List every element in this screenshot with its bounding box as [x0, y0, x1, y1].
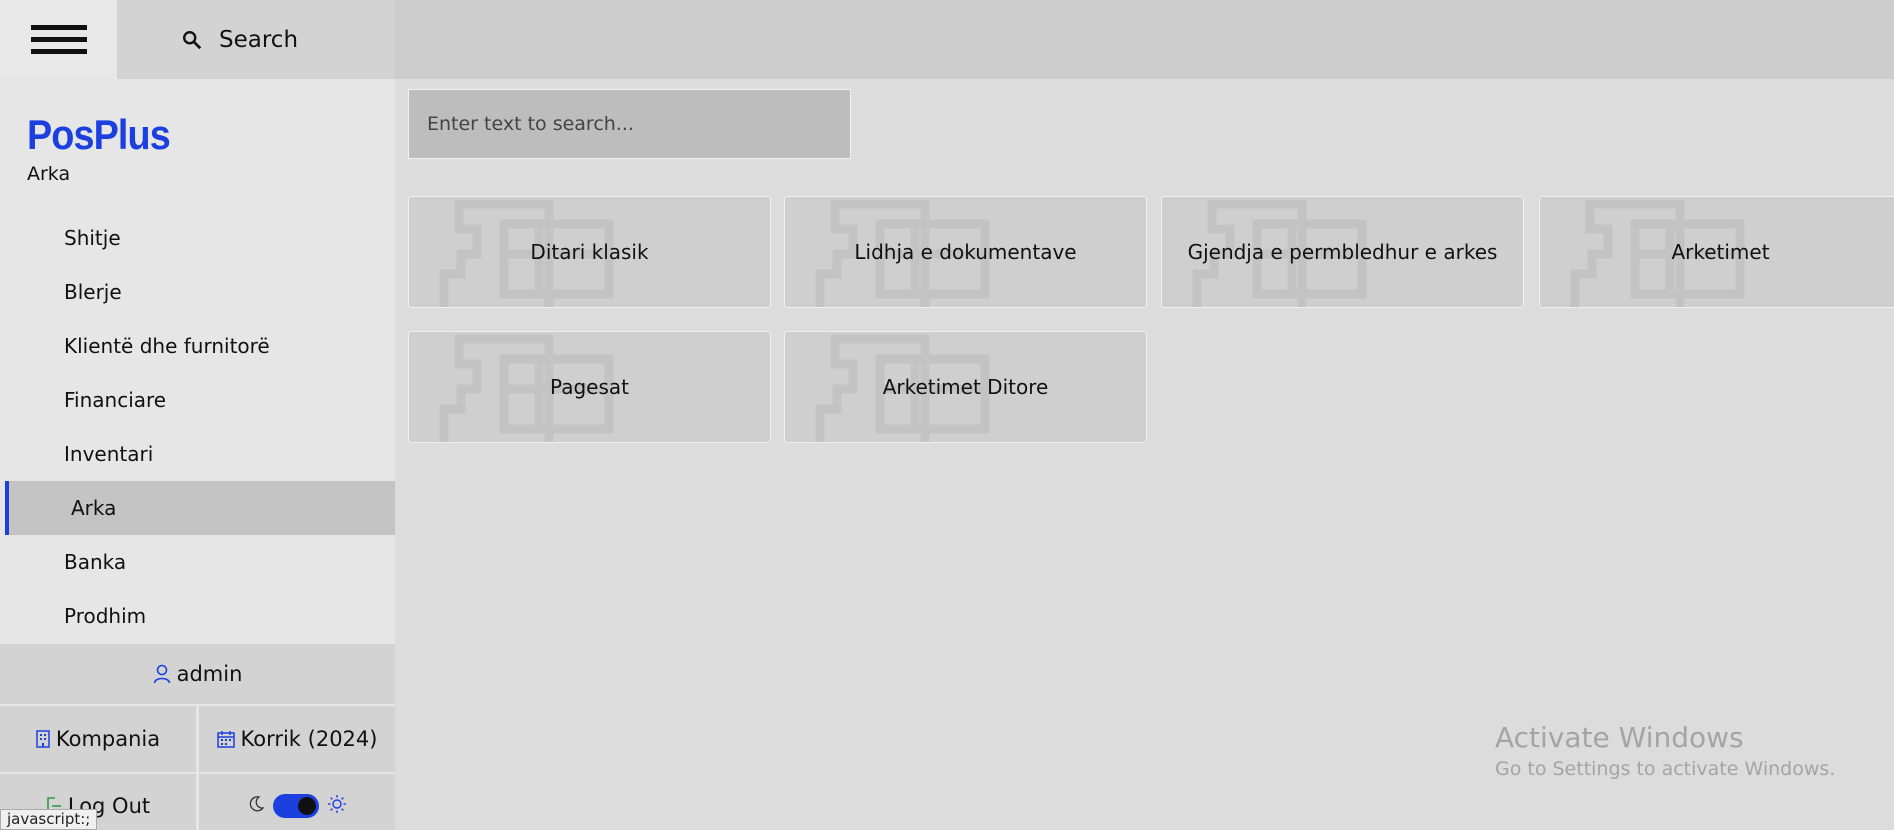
theme-toggle[interactable] — [273, 794, 319, 818]
tile-label: Arketimet Ditore — [882, 375, 1049, 399]
calendar-icon — [216, 730, 235, 748]
sidebar-footer: admin Kompania Korrik (2024) Log Out — [0, 644, 395, 830]
app-title: PosPlus — [27, 111, 171, 158]
company-label: Kompania — [55, 727, 161, 751]
theme-toggle-cell — [196, 774, 395, 830]
period-label: Korrik (2024) — [240, 727, 378, 751]
activate-windows-watermark: Activate Windows Go to Settings to activ… — [1495, 721, 1835, 780]
status-bar-url: javascript:; — [0, 809, 98, 830]
tile-label: Ditari klasik — [530, 240, 649, 264]
search-button[interactable]: Search — [117, 0, 395, 79]
sidebar-item-prodhim[interactable]: Prodhim — [0, 589, 395, 643]
tile-label: Gjendja e permbledhur e arkes — [1187, 240, 1498, 264]
tile-arketimet[interactable]: Arketimet — [1539, 196, 1894, 308]
sidebar-item-blerje[interactable]: Blerje — [0, 265, 395, 319]
hamburger-icon — [30, 18, 87, 61]
top-bar — [395, 0, 1894, 79]
tile-gjendja-e-permbledhur[interactable]: Gjendja e permbledhur e arkes — [1161, 196, 1524, 308]
tile-label: Pagesat — [550, 375, 629, 399]
period-button[interactable]: Korrik (2024) — [196, 706, 395, 772]
user-button[interactable]: admin — [0, 644, 395, 706]
moon-icon — [247, 794, 265, 818]
sidebar-item-arka[interactable]: Arka — [5, 481, 395, 535]
tile-arketimet-ditore[interactable]: Arketimet Ditore — [784, 331, 1147, 443]
sidebar-item-klientet[interactable]: Klientë dhe furnitorë — [0, 319, 395, 373]
watermark-title: Activate Windows — [1495, 721, 1744, 754]
sidebar-item-shitje[interactable]: Shitje — [0, 211, 395, 265]
search-input[interactable] — [408, 89, 851, 159]
user-name: admin — [176, 662, 243, 686]
sun-icon — [327, 794, 347, 819]
sidebar-item-inventari[interactable]: Inventari — [0, 427, 395, 481]
search-label: Search — [219, 26, 299, 53]
sidebar: Search PosPlus Arka Shitje Blerje Klient… — [0, 0, 395, 830]
tile-ditari-klasik[interactable]: Ditari klasik — [408, 196, 771, 308]
module-subtitle: Arka — [27, 163, 71, 185]
sidebar-top: Search — [0, 0, 395, 79]
sidebar-nav: Shitje Blerje Klientë dhe furnitorë Fina… — [0, 211, 395, 643]
tile-pagesat[interactable]: Pagesat — [408, 331, 771, 443]
tile-label: Lidhja e dokumentave — [854, 240, 1077, 264]
building-icon — [36, 730, 50, 748]
tile-lidhja-e-dokumentave[interactable]: Lidhja e dokumentave — [784, 196, 1147, 308]
watermark-subtitle: Go to Settings to activate Windows. — [1495, 758, 1836, 780]
menu-button[interactable] — [0, 0, 117, 79]
tile-label: Arketimet — [1671, 240, 1770, 264]
sidebar-item-financiare[interactable]: Financiare — [0, 373, 395, 427]
sidebar-item-banka[interactable]: Banka — [0, 535, 395, 589]
footer-row-1: Kompania Korrik (2024) — [0, 706, 395, 772]
user-icon — [153, 664, 171, 684]
company-button[interactable]: Kompania — [0, 706, 196, 772]
search-icon — [183, 30, 202, 49]
